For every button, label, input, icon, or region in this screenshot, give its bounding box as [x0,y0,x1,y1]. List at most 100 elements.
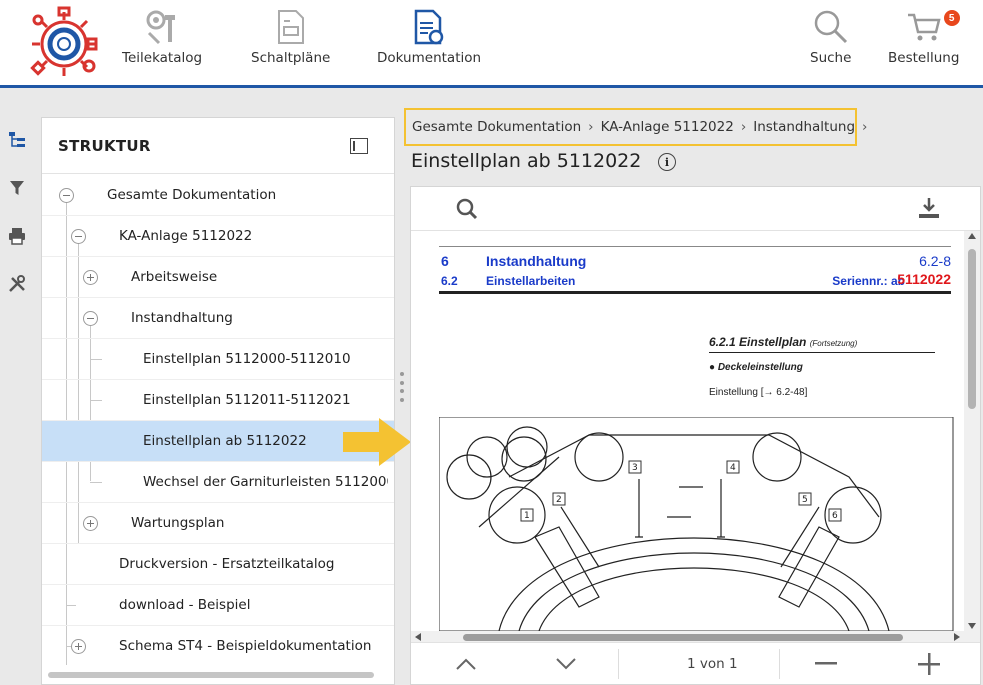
breadcrumb-item[interactable]: KA-Anlage 5112022 [601,119,734,135]
tree-item[interactable]: download - Beispiel [42,585,394,626]
chapter-title: Instandhaltung [486,253,587,269]
breadcrumb-item[interactable]: Gesamte Dokumentation [412,119,581,135]
page-indicator: 1 von 1 [687,656,738,672]
tool-rail [0,91,34,685]
top-header: Teilekatalog Schaltpläne Dokumentation S… [0,0,983,88]
collapse-toggle-icon[interactable] [59,188,74,203]
search-nav-button[interactable]: Suche [810,8,851,66]
panel-horizontal-scrollbar[interactable] [48,672,374,678]
zoom-in-icon[interactable] [914,651,944,677]
tree-item[interactable]: Druckversion - Ersatzteilkatalog [42,544,394,585]
tree-item[interactable]: Gesamte Dokumentation [42,175,394,216]
order-nav-button[interactable]: 5 Bestellung [888,8,960,66]
scroll-left-icon[interactable] [415,633,421,641]
breadcrumb: Gesamte Dokumentation › KA-Anlage 511202… [404,108,867,146]
horizontal-scroll-thumb[interactable] [463,634,903,641]
tree-item[interactable]: Wechsel der Garniturleisten 5112000- [42,462,394,503]
tree-item-label: Gesamte Dokumentation [107,187,277,203]
tree-item[interactable]: Einstellplan 5112000-5112010 [42,339,394,380]
technical-drawing: 1 2 3 4 5 6 [439,417,954,631]
scroll-up-icon[interactable] [968,233,976,239]
svg-text:6: 6 [832,511,838,521]
schematic-icon [276,8,306,46]
tree-item-label: Instandhaltung [131,310,233,326]
chapter-reference: 6.2-8 [919,253,951,269]
tree-item-label: KA-Anlage 5112022 [119,228,253,244]
tree-item-label: download - Beispiel [119,597,251,613]
pdf-page: 6 Instandhaltung 6.2-8 6.2 Einstellarbei… [437,231,965,631]
tree-item[interactable]: KA-Anlage 5112022 [42,216,394,257]
info-icon[interactable]: i [658,153,676,171]
nav-teilekatalog[interactable]: Teilekatalog [122,8,202,66]
tree-structure-icon[interactable] [6,129,28,151]
section-number: 6.2 [441,274,458,288]
panel-resize-handle[interactable] [400,372,404,402]
expand-toggle-icon[interactable] [83,270,98,285]
chevron-down-icon[interactable] [551,651,581,677]
tree-item-label: Einstellplan ab 5112022 [143,433,307,449]
tree-item[interactable]: Instandhaltung [42,298,394,339]
tree-item-label: Wartungsplan [131,515,225,531]
tree-item[interactable]: Wartungsplan [42,503,394,544]
highlight-arrow-icon [343,418,411,466]
svg-text:5: 5 [802,495,808,505]
tree-item-label: Einstellplan 5112011-5112021 [143,392,351,408]
svg-text:2: 2 [556,495,562,505]
nav-label: Schaltpläne [251,50,331,66]
cart-icon: 5 [906,8,960,46]
collapse-toggle-icon[interactable] [71,229,86,244]
bullet-text: ● Deckeleinstellung [709,362,803,373]
parts-icon [145,8,179,46]
expand-toggle-icon[interactable] [71,639,86,654]
document-title: Einstellplan ab 5112022 [411,150,642,172]
scroll-right-icon[interactable] [954,633,960,641]
tree-item-label: Wechsel der Garniturleisten 5112000- [143,474,388,490]
zoom-out-icon[interactable] [811,651,841,677]
expand-toggle-icon[interactable] [83,516,98,531]
filter-icon[interactable] [6,177,28,199]
documentation-icon [413,8,445,46]
print-icon[interactable] [6,225,28,247]
panel-title: STRUKTUR [58,137,151,155]
svg-text:4: 4 [730,463,736,473]
chapter-number: 6 [441,253,449,269]
chevron-up-icon[interactable] [451,651,481,677]
serial-label: Seriennr.: ab [832,274,905,288]
serial-number: 5112022 [897,271,951,287]
viewer-footer: 1 von 1 [411,642,980,684]
chevron-right-icon: › [588,119,594,135]
svg-text:3: 3 [632,463,638,473]
tree-item-selected[interactable]: Einstellplan ab 5112022 [42,421,394,462]
nav-dokumentation[interactable]: Dokumentation [377,8,481,66]
tree-item[interactable]: Schema ST4 - Beispieldokumentation [42,626,394,667]
breadcrumb-item[interactable]: Instandhaltung [753,119,855,135]
tree-item-label: Druckversion - Ersatzteilkatalog [119,556,335,572]
vertical-scrollbar[interactable] [964,231,980,631]
nav-label: Teilekatalog [122,50,203,66]
document-viewer: 6 Instandhaltung 6.2-8 6.2 Einstellarbei… [410,186,981,685]
collapse-toggle-icon[interactable] [83,311,98,326]
tree-item-label: Schema ST4 - Beispieldokumentation [119,638,372,654]
scroll-down-icon[interactable] [968,623,976,629]
tree-item[interactable]: Einstellplan 5112011-5112021 [42,380,394,421]
tree-item-label: Einstellplan 5112000-5112010 [143,351,351,367]
nav-schaltplaene[interactable]: Schaltpläne [251,8,330,66]
vertical-scroll-thumb[interactable] [968,249,976,409]
tree-item[interactable]: Arbeitsweise [42,257,394,298]
chevron-right-icon: › [740,119,747,135]
collapse-panel-icon[interactable] [350,138,368,154]
nav-label: Dokumentation [377,50,482,66]
zoom-search-icon[interactable] [456,198,478,225]
subsection-heading: 6.2.1 Einstellplan (Fortsetzung) [709,335,858,349]
logo[interactable] [26,6,102,82]
tools-icon[interactable] [6,273,28,295]
cart-count-badge: 5 [943,10,960,26]
download-icon[interactable] [918,197,940,224]
chevron-right-icon: › [862,119,868,135]
section-title: Einstellarbeiten [486,274,576,288]
adjust-reference: Einstellung [→ 6.2-48] [709,387,808,398]
viewer-toolbar [411,187,980,231]
order-label: Bestellung [888,50,960,66]
search-icon [813,8,849,46]
tree-item-label: Arbeitsweise [131,269,218,285]
